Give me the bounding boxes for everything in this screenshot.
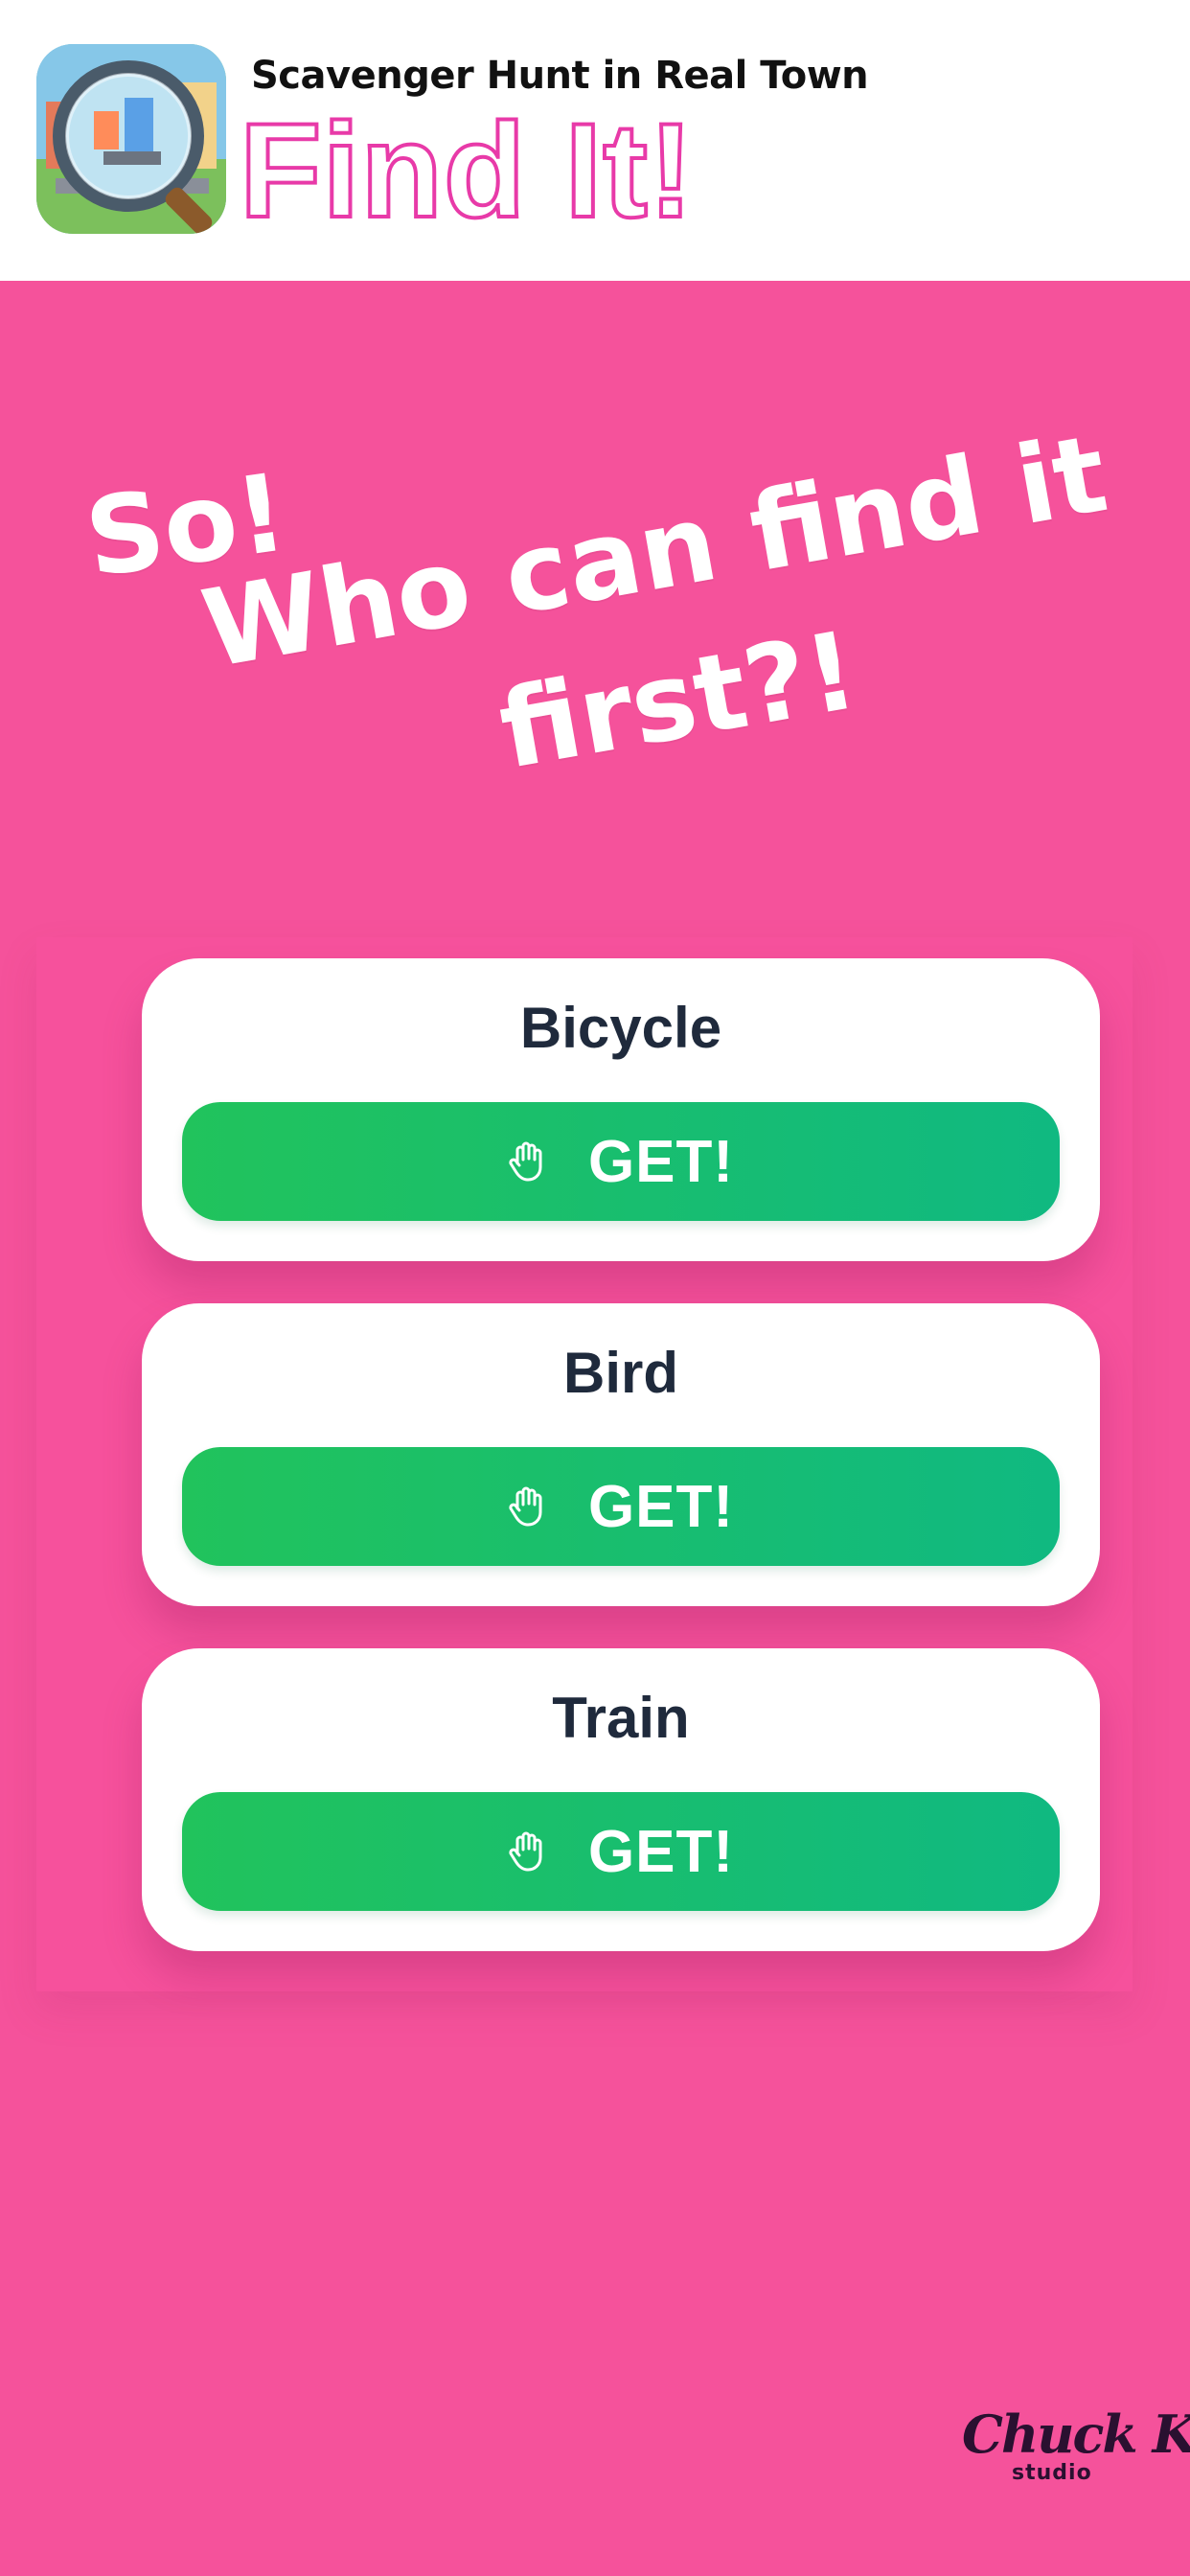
hand-icon [509, 1486, 542, 1527]
studio-logo: Chuck K studio [954, 2404, 1190, 2490]
get-button-label: GET! [587, 1818, 735, 1885]
app-subtitle: Scavenger Hunt in Real Town [251, 54, 869, 98]
item-card-bicycle: Bicycle GET! [142, 958, 1100, 1261]
item-card-train: Train GET! [142, 1648, 1100, 1951]
item-name: Bird [563, 1341, 678, 1405]
studio-sub: studio [1012, 2461, 1092, 2485]
app-title: Find It! [238, 95, 695, 245]
get-button-bird[interactable]: GET! [182, 1447, 1060, 1566]
get-button-bicycle[interactable]: GET! [182, 1102, 1060, 1221]
hand-icon [509, 1831, 542, 1872]
get-button-label: GET! [587, 1473, 735, 1540]
get-button-label: GET! [587, 1128, 735, 1195]
studio-name: Chuck K [962, 2404, 1190, 2465]
hero-line-3: first?! [491, 608, 866, 794]
hand-icon [509, 1141, 542, 1182]
get-button-train[interactable]: GET! [182, 1792, 1060, 1911]
item-name: Bicycle [519, 996, 722, 1060]
item-name: Train [552, 1686, 690, 1750]
app-header: Scavenger Hunt in Real Town Find It! [0, 0, 1190, 281]
hero-headline: So! Who can find it first?! [0, 281, 1190, 856]
magnifying-glass-town-icon [36, 44, 226, 234]
items-panel: Bicycle GET! Bird GET! Train GET! [36, 937, 1133, 1991]
item-card-bird: Bird GET! [142, 1303, 1100, 1606]
page: Scavenger Hunt in Real Town Find It! So!… [0, 0, 1190, 2576]
